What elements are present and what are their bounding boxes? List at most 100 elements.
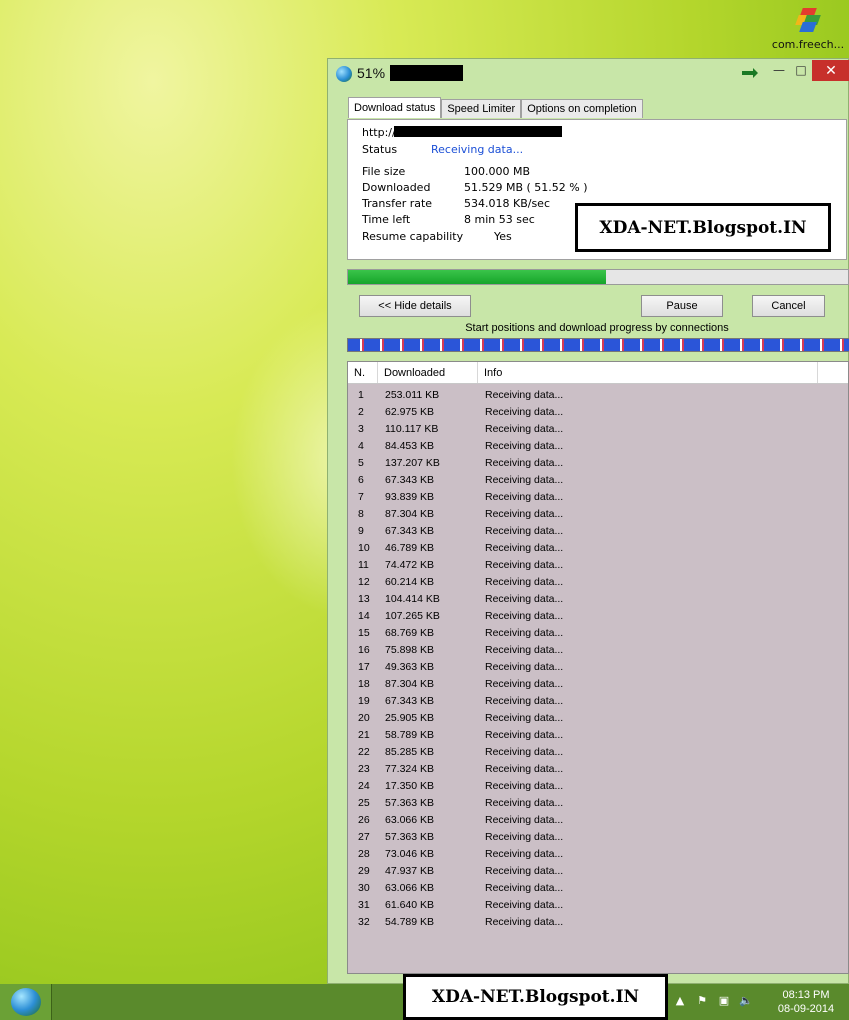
redacted-url <box>394 126 562 137</box>
table-row[interactable]: 25 57.363 KB Receiving data... <box>348 795 848 812</box>
watermark-top: XDA-NET.Blogspot.IN <box>575 203 831 252</box>
table-row[interactable]: 13 104.414 KB Receiving data... <box>348 591 848 608</box>
table-row[interactable]: 21 58.789 KB Receiving data... <box>348 727 848 744</box>
table-row[interactable]: 11 74.472 KB Receiving data... <box>348 557 848 574</box>
clock-date: 08-09-2014 <box>777 1003 835 1015</box>
connection-downloaded: 54.789 KB <box>385 916 435 928</box>
tab-options-on-completion[interactable]: Options on completion <box>521 99 643 118</box>
cancel-button[interactable]: Cancel <box>752 295 825 317</box>
connection-info: Receiving data... <box>485 780 564 792</box>
download-progress-bar <box>347 269 849 285</box>
table-row[interactable]: 15 68.769 KB Receiving data... <box>348 625 848 642</box>
table-row[interactable]: 3 110.117 KB Receiving data... <box>348 421 848 438</box>
table-row[interactable]: 30 63.066 KB Receiving data... <box>348 880 848 897</box>
table-row[interactable]: 16 75.898 KB Receiving data... <box>348 642 848 659</box>
connection-downloaded: 63.066 KB <box>385 882 435 894</box>
table-row[interactable]: 26 63.066 KB Receiving data... <box>348 812 848 829</box>
connection-downloaded: 60.214 KB <box>385 576 435 588</box>
system-tray: ▲ ⚑ ▣ 🔈 <box>672 994 754 1007</box>
connection-number: 17 <box>358 661 370 673</box>
connection-downloaded: 57.363 KB <box>385 797 435 809</box>
clock-time: 08:13 PM <box>782 989 830 1001</box>
volume-icon[interactable]: 🔈 <box>738 994 754 1007</box>
connection-info: Receiving data... <box>485 797 564 809</box>
action-center-flag-icon[interactable]: ⚑ <box>694 994 710 1007</box>
connection-info: Receiving data... <box>485 848 564 860</box>
maximize-button[interactable]: □ <box>790 59 812 81</box>
connections-progress-bar <box>347 338 849 352</box>
table-body: 1 253.011 KB Receiving data... 2 62.975 KB Re… <box>348 384 848 931</box>
connection-number: 29 <box>358 865 370 877</box>
window-title: 51% <box>357 65 386 81</box>
close-button[interactable]: ✕ <box>812 60 849 81</box>
table-row[interactable]: 8 87.304 KB Receiving data... <box>348 506 848 523</box>
table-row[interactable]: 12 60.214 KB Receiving data... <box>348 574 848 591</box>
table-row[interactable]: 6 67.343 KB Receiving data... <box>348 472 848 489</box>
time-left-value: 8 min 53 sec <box>464 213 535 226</box>
table-row[interactable]: 31 61.640 KB Receiving data... <box>348 897 848 914</box>
table-row[interactable]: 9 67.343 KB Receiving data... <box>348 523 848 540</box>
table-row[interactable]: 7 93.839 KB Receiving data... <box>348 489 848 506</box>
connection-number: 19 <box>358 695 370 707</box>
connection-info: Receiving data... <box>485 423 564 435</box>
column-header-downloaded[interactable]: Downloaded <box>378 362 478 383</box>
transfer-rate-value: 534.018 KB/sec <box>464 197 550 210</box>
table-row[interactable]: 17 49.363 KB Receiving data... <box>348 659 848 676</box>
table-row[interactable]: 10 46.789 KB Receiving data... <box>348 540 848 557</box>
connection-downloaded: 85.285 KB <box>385 746 435 758</box>
connection-downloaded: 58.789 KB <box>385 729 435 741</box>
pause-button[interactable]: Pause <box>641 295 723 317</box>
connection-info: Receiving data... <box>485 814 564 826</box>
taskbar-clock[interactable]: 08:13 PM 08-09-2014 <box>770 988 842 1016</box>
arrow-icon[interactable] <box>741 67 759 79</box>
table-row[interactable]: 14 107.265 KB Receiving data... <box>348 608 848 625</box>
minimize-button[interactable]: — <box>768 59 790 81</box>
hide-details-button[interactable]: << Hide details <box>359 295 471 317</box>
connection-downloaded: 137.207 KB <box>385 457 440 469</box>
table-row[interactable]: 4 84.453 KB Receiving data... <box>348 438 848 455</box>
table-row[interactable]: 23 77.324 KB Receiving data... <box>348 761 848 778</box>
table-row[interactable]: 28 73.046 KB Receiving data... <box>348 846 848 863</box>
start-button[interactable] <box>0 984 52 1020</box>
connection-downloaded: 87.304 KB <box>385 678 435 690</box>
connection-downloaded: 17.350 KB <box>385 780 435 792</box>
connection-number: 25 <box>358 797 370 809</box>
redacted-filename <box>390 65 463 81</box>
connection-number: 9 <box>358 525 364 537</box>
connection-info: Receiving data... <box>485 831 564 843</box>
tab-download-status[interactable]: Download status <box>348 97 442 118</box>
connection-downloaded: 46.789 KB <box>385 542 435 554</box>
connection-info: Receiving data... <box>485 389 564 401</box>
table-row[interactable]: 1 253.011 KB Receiving data... <box>348 387 848 404</box>
downloaded-label: Downloaded <box>362 181 431 194</box>
connection-info: Receiving data... <box>485 474 564 486</box>
connection-info: Receiving data... <box>485 661 564 673</box>
table-row[interactable]: 32 54.789 KB Receiving data... <box>348 914 848 931</box>
table-row[interactable]: 22 85.285 KB Receiving data... <box>348 744 848 761</box>
table-row[interactable]: 29 47.937 KB Receiving data... <box>348 863 848 880</box>
title-bar[interactable]: 51% — □ ✕ <box>328 59 849 89</box>
connection-info: Receiving data... <box>485 491 564 503</box>
connection-number: 10 <box>358 542 370 554</box>
show-hidden-icons-icon[interactable]: ▲ <box>672 994 688 1007</box>
table-row[interactable]: 5 137.207 KB Receiving data... <box>348 455 848 472</box>
table-row[interactable]: 27 57.363 KB Receiving data... <box>348 829 848 846</box>
connection-number: 5 <box>358 457 364 469</box>
connection-downloaded: 68.769 KB <box>385 627 435 639</box>
connection-number: 30 <box>358 882 370 894</box>
download-progress-fill <box>348 270 606 284</box>
table-row[interactable]: 18 87.304 KB Receiving data... <box>348 676 848 693</box>
table-row[interactable]: 20 25.905 KB Receiving data... <box>348 710 848 727</box>
connection-downloaded: 84.453 KB <box>385 440 435 452</box>
table-row[interactable]: 19 67.343 KB Receiving data... <box>348 693 848 710</box>
connection-number: 7 <box>358 491 364 503</box>
table-row[interactable]: 24 17.350 KB Receiving data... <box>348 778 848 795</box>
network-icon[interactable]: ▣ <box>716 994 732 1007</box>
connection-number: 8 <box>358 508 364 520</box>
desktop-shortcut[interactable]: com.freech... <box>768 8 848 51</box>
tab-speed-limiter[interactable]: Speed Limiter <box>441 99 522 118</box>
column-header-number[interactable]: N. <box>348 362 378 383</box>
connection-number: 23 <box>358 763 370 775</box>
table-row[interactable]: 2 62.975 KB Receiving data... <box>348 404 848 421</box>
column-header-info[interactable]: Info <box>478 362 818 383</box>
